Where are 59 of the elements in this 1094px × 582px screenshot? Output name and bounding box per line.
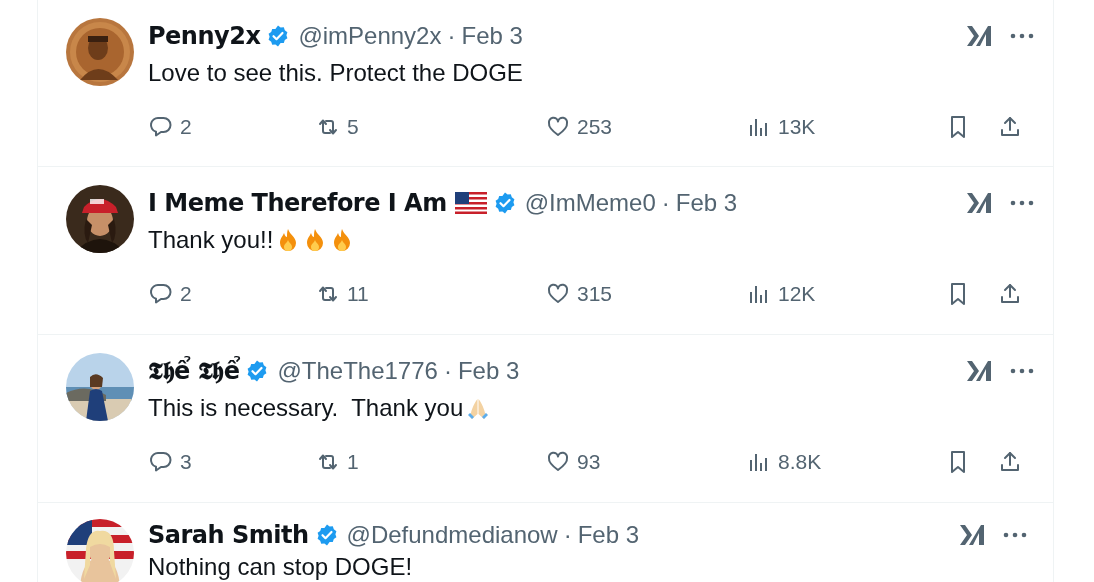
count-label: 2 (180, 115, 192, 139)
count-label: 13K (778, 115, 816, 139)
post-text: This is necessary. Thank you (148, 394, 464, 422)
slash-logo-icon[interactable] (966, 24, 992, 48)
separator-dot: · (661, 189, 670, 217)
user-handle[interactable]: @TheThe1776 (277, 357, 438, 385)
user-handle[interactable]: @imPenny2x (298, 22, 442, 50)
speech-bubble-icon (148, 115, 174, 139)
more-icon[interactable] (1010, 367, 1034, 375)
post-time[interactable]: Feb 3 (457, 357, 520, 385)
user-handle[interactable]: @Defundmedianow (346, 520, 558, 549)
separator-dot: · (447, 22, 456, 50)
like-button[interactable]: 93 (545, 450, 746, 474)
speech-bubble-icon (148, 282, 174, 306)
views-button[interactable]: 13K (746, 115, 946, 139)
like-button[interactable]: 315 (545, 282, 746, 306)
user-name[interactable]: I Meme Therefore I Am (148, 189, 447, 217)
more-icon[interactable] (1010, 199, 1034, 207)
user-name[interactable]: Sarah Smith (148, 520, 309, 549)
praying-hands-icon (466, 396, 491, 420)
like-button[interactable]: 253 (545, 115, 746, 139)
count-label: 5 (347, 115, 359, 139)
count-label: 2 (180, 282, 192, 306)
repost-button[interactable]: 1 (315, 450, 545, 474)
repost-button[interactable]: 11 (315, 282, 545, 306)
speech-bubble-icon (148, 450, 174, 474)
count-label: 253 (577, 115, 613, 139)
post-time[interactable]: Feb 3 (577, 520, 640, 549)
user-handle[interactable]: @ImMeme0 (524, 189, 656, 217)
count-label: 11 (347, 282, 369, 306)
count-label: 93 (577, 450, 601, 474)
views-button[interactable]: 12K (746, 282, 946, 306)
more-icon[interactable] (1010, 32, 1034, 40)
count-label: 8.8K (778, 450, 822, 474)
separator-dot: · (443, 357, 452, 385)
count-label: 1 (347, 450, 359, 474)
reply-button[interactable]: 2 (148, 282, 315, 306)
heart-icon (545, 450, 571, 474)
slash-logo-icon[interactable] (966, 359, 992, 383)
heart-icon (545, 282, 571, 306)
post-time[interactable]: Feb 3 (461, 22, 523, 50)
count-label: 3 (180, 450, 192, 474)
post-text: Love to see this. Protect the DOGE (148, 59, 523, 87)
slash-logo-icon[interactable] (966, 191, 992, 215)
slash-logo-icon[interactable] (959, 522, 985, 547)
reply-button[interactable]: 2 (148, 115, 315, 139)
reply-button[interactable]: 3 (148, 450, 315, 474)
user-name[interactable]: 𝕿𝖍ể 𝕿𝖍ể (148, 357, 240, 385)
count-label: 315 (577, 282, 613, 306)
user-name[interactable]: Penny2x (148, 22, 261, 50)
post-text: Nothing can stop DOGE! (148, 552, 413, 581)
count-label: 12K (778, 282, 816, 306)
views-button[interactable]: 8.8K (746, 450, 946, 474)
repost-button[interactable]: 5 (315, 115, 545, 139)
more-icon[interactable] (1003, 530, 1027, 539)
heart-icon (545, 115, 571, 139)
separator-dot: · (563, 520, 572, 549)
post-text: Thank you!! (148, 226, 274, 254)
post-time[interactable]: Feb 3 (675, 189, 738, 217)
